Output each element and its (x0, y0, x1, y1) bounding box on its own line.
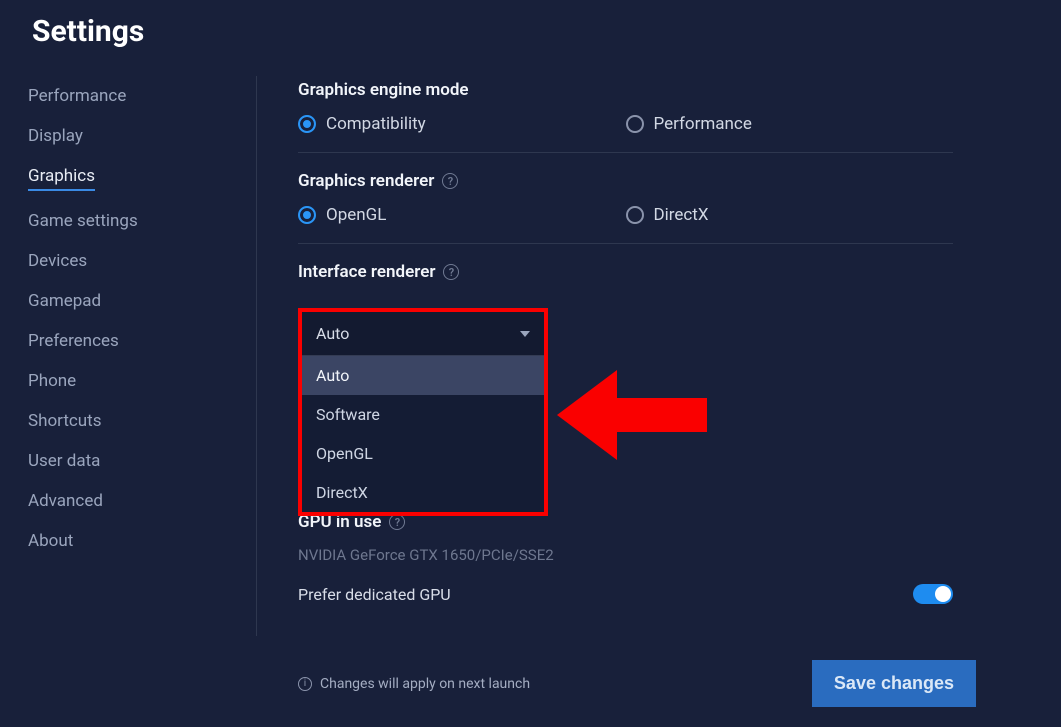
gpu-section: GPU in use ? NVIDIA GeForce GTX 1650/PCI… (298, 512, 953, 604)
sidebar-item-user-data[interactable]: User data (28, 451, 100, 471)
interface-renderer-label: Interface renderer (298, 262, 435, 282)
sidebar-item-about[interactable]: About (28, 531, 73, 551)
divider (298, 243, 953, 244)
sidebar-item-gamepad[interactable]: Gamepad (28, 291, 101, 311)
sidebar-item-display[interactable]: Display (28, 126, 83, 146)
info-icon: i (298, 677, 312, 691)
radio-opengl[interactable]: OpenGL (298, 205, 626, 225)
sidebar-item-preferences[interactable]: Preferences (28, 331, 119, 351)
prefer-gpu-row: Prefer dedicated GPU (298, 584, 953, 604)
dropdown-selected-label: Auto (316, 324, 349, 343)
section-title-graphics-renderer: Graphics renderer ? (298, 171, 983, 191)
sidebar-item-phone[interactable]: Phone (28, 371, 76, 391)
divider (298, 152, 953, 153)
prefer-gpu-label: Prefer dedicated GPU (298, 585, 451, 604)
dropdown-option-auto[interactable]: Auto (302, 356, 544, 395)
settings-sidebar: Performance Display Graphics Game settin… (28, 86, 228, 551)
radio-compatibility[interactable]: Compatibility (298, 114, 626, 134)
section-title-engine-mode: Graphics engine mode (298, 80, 983, 100)
dropdown-option-opengl[interactable]: OpenGL (302, 434, 544, 473)
engine-mode-label: Graphics engine mode (298, 80, 469, 100)
radio-performance[interactable]: Performance (626, 114, 954, 134)
footer: i Changes will apply on next launch Save… (298, 660, 976, 707)
sidebar-item-graphics[interactable]: Graphics (28, 166, 95, 191)
sidebar-item-advanced[interactable]: Advanced (28, 491, 103, 511)
section-title-interface-renderer: Interface renderer ? (298, 262, 983, 282)
interface-renderer-dropdown: Auto Auto Software OpenGL DirectX (298, 308, 548, 516)
save-button[interactable]: Save changes (812, 660, 976, 707)
annotation-arrow-icon (557, 360, 717, 470)
radio-unselected-icon (626, 206, 644, 224)
help-icon[interactable]: ? (442, 173, 458, 189)
graphics-panel: Graphics engine mode Compatibility Perfo… (298, 80, 983, 296)
graphics-renderer-label: Graphics renderer (298, 171, 434, 191)
radio-unselected-icon (626, 115, 644, 133)
page-title: Settings (32, 14, 144, 49)
radio-directx[interactable]: DirectX (626, 205, 954, 225)
notice: i Changes will apply on next launch (298, 676, 530, 692)
graphics-renderer-radio-group: OpenGL DirectX (298, 205, 953, 225)
notice-text: Changes will apply on next launch (320, 676, 530, 692)
sidebar-item-game-settings[interactable]: Game settings (28, 211, 138, 231)
help-icon[interactable]: ? (389, 514, 405, 530)
dropdown-selected[interactable]: Auto (302, 312, 544, 356)
chevron-down-icon (520, 331, 530, 337)
radio-label: DirectX (654, 205, 709, 225)
radio-label: Compatibility (326, 114, 426, 134)
engine-mode-radio-group: Compatibility Performance (298, 114, 953, 134)
radio-label: OpenGL (326, 205, 386, 225)
sidebar-item-devices[interactable]: Devices (28, 251, 87, 271)
sidebar-item-shortcuts[interactable]: Shortcuts (28, 411, 102, 431)
radio-selected-icon (298, 115, 316, 133)
radio-selected-icon (298, 206, 316, 224)
radio-label: Performance (654, 114, 752, 134)
divider-vertical (256, 76, 257, 636)
sidebar-item-performance[interactable]: Performance (28, 86, 126, 106)
help-icon[interactable]: ? (443, 264, 459, 280)
prefer-gpu-toggle[interactable] (913, 584, 953, 604)
dropdown-option-directx[interactable]: DirectX (302, 473, 544, 512)
dropdown-option-software[interactable]: Software (302, 395, 544, 434)
gpu-value: NVIDIA GeForce GTX 1650/PCIe/SSE2 (298, 546, 953, 564)
